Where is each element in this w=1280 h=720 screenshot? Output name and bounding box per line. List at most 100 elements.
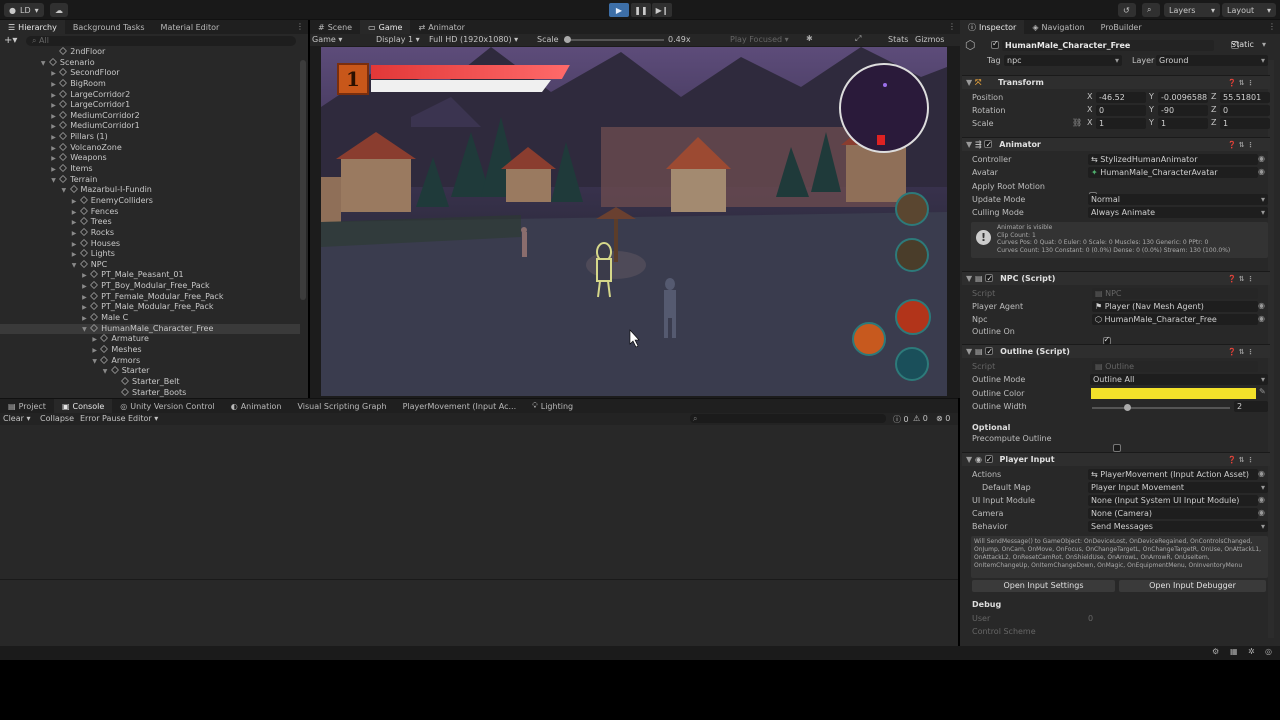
hierarchy-item[interactable]: Starter_Boots (0, 388, 300, 399)
tab-version-control[interactable]: ◎ Unity Version Control (112, 399, 222, 413)
ability-slot-2-icon[interactable] (895, 238, 929, 272)
hierarchy-item[interactable]: 2ndFloor (0, 47, 300, 58)
npc-enabled-checkbox[interactable] (985, 272, 994, 286)
hierarchy-item[interactable]: ▼ Armors (0, 356, 300, 367)
scale-slider[interactable] (564, 36, 664, 43)
search-icon[interactable]: ⌕ (1142, 3, 1160, 17)
hierarchy-search-input[interactable]: ⌕ All (26, 36, 296, 46)
eyedropper-icon[interactable]: ✎ (1259, 387, 1266, 396)
add-button[interactable]: +▾ (4, 35, 17, 46)
tab-scene[interactable]: # Scene (310, 20, 360, 34)
hierarchy-item[interactable]: ▶ Lights (0, 249, 300, 260)
update-mode-dropdown[interactable]: Normal (1088, 194, 1268, 205)
hierarchy-item[interactable]: ▶ Armature (0, 334, 300, 345)
maximize-icon[interactable]: ⤢ (855, 34, 861, 44)
hierarchy-item[interactable]: ▶ PT_Female_Modular_Free_Pack (0, 292, 300, 303)
culling-mode-dropdown[interactable]: Always Animate (1088, 207, 1268, 218)
hierarchy-item[interactable]: ▶ Trees (0, 217, 300, 228)
notification-icon[interactable]: ◎ (1265, 647, 1272, 656)
scale-x-field[interactable]: 1 (1096, 118, 1146, 129)
panel-menu-icon[interactable]: ⋮ (296, 22, 304, 31)
ui-module-field[interactable]: None (Input System UI Input Module) (1088, 495, 1258, 506)
layers-dropdown[interactable]: Layers ▾ (1164, 3, 1220, 17)
object-picker-icon[interactable]: ◉ (1258, 508, 1265, 517)
warning-count[interactable]: ⚠ 0 (913, 414, 928, 423)
player-input-enabled-checkbox[interactable] (984, 453, 993, 467)
object-picker-icon[interactable]: ◉ (1258, 301, 1265, 310)
camera-field[interactable]: None (Camera) (1088, 508, 1258, 519)
outline-mode-dropdown[interactable]: Outline All (1090, 374, 1268, 385)
hierarchy-item[interactable]: ▶ Meshes (0, 345, 300, 356)
hierarchy-item[interactable]: Starter_Belt (0, 377, 300, 388)
cache-icon[interactable]: ▦ (1230, 647, 1238, 656)
animator-enabled-checkbox[interactable] (984, 138, 993, 152)
transform-header[interactable]: ▼ ⤧ Transform ❓ ⇅ ⋮ (962, 75, 1270, 89)
fireball-icon[interactable] (852, 322, 886, 356)
game-mode-dropdown[interactable]: Game ▾ (312, 35, 342, 44)
hierarchy-item[interactable]: ▼ HumanMale_Character_Free (0, 323, 300, 335)
outline-enabled-checkbox[interactable] (985, 345, 994, 359)
npc-script-header[interactable]: ▼ ▤ NPC (Script) ❓ ⇅ ⋮ (962, 271, 1270, 286)
hierarchy-item[interactable]: ▶ MediumCorridor2 (0, 111, 300, 122)
precompute-checkbox[interactable] (1113, 444, 1122, 452)
resolution-dropdown[interactable]: Full HD (1920x1080) ▾ (429, 35, 518, 44)
static-dropdown-icon[interactable]: ▾ (1262, 40, 1266, 49)
hierarchy-item[interactable]: ▶ MediumCorridor1 (0, 121, 300, 132)
hierarchy-item[interactable]: ▶ PT_Male_Peasant_01 (0, 270, 300, 281)
tab-project[interactable]: ▤ Project (0, 399, 54, 413)
default-map-dropdown[interactable]: Player Input Movement (1088, 482, 1268, 493)
tab-game[interactable]: ▭ Game (360, 20, 411, 34)
position-x-field[interactable]: -46.52 (1096, 92, 1146, 103)
active-checkbox[interactable] (991, 39, 999, 49)
tab-probuilder[interactable]: ProBuilder (1093, 20, 1150, 34)
tab-inspector[interactable]: ⓘ Inspector (960, 20, 1025, 34)
hierarchy-item[interactable]: ▶ Items (0, 164, 300, 175)
hierarchy-item[interactable]: ▶ BigRoom (0, 79, 300, 90)
scale-z-field[interactable]: 1 (1220, 118, 1270, 129)
hierarchy-item[interactable]: ▶ EnemyColliders (0, 196, 300, 207)
player-agent-field[interactable]: ⚑ Player (Nav Mesh Agent) (1092, 301, 1258, 312)
hierarchy-item[interactable]: ▶ PT_Male_Modular_Free_Pack (0, 302, 300, 313)
game-viewport[interactable]: 1 (321, 47, 947, 396)
rotation-y-field[interactable]: -90 (1158, 105, 1208, 116)
outline-color-swatch[interactable] (1091, 388, 1256, 399)
fire-spell-icon[interactable] (895, 299, 931, 335)
hierarchy-item[interactable]: ▶ Weapons (0, 153, 300, 164)
avatar-field[interactable]: ✦ HumanMale_CharacterAvatar (1088, 167, 1258, 178)
object-picker-icon[interactable]: ◉ (1258, 154, 1265, 163)
tag-dropdown[interactable]: npc (1004, 55, 1122, 66)
open-input-settings-button[interactable]: Open Input Settings (972, 580, 1115, 592)
stats-button[interactable]: Stats (888, 35, 908, 44)
collapse-button[interactable]: Collapse (40, 414, 74, 423)
hierarchy-item[interactable]: ▼ Mazarbul-I-Fundin (0, 185, 300, 196)
object-picker-icon[interactable]: ◉ (1258, 469, 1265, 478)
hierarchy-item[interactable]: ▼ Terrain (0, 175, 300, 186)
ability-slot-1-icon[interactable] (895, 192, 929, 226)
tab-animation[interactable]: ◐ Animation (223, 399, 290, 413)
link-icon[interactable]: ⛓ (1072, 118, 1082, 127)
tab-background-tasks[interactable]: Background Tasks (65, 20, 153, 34)
error-pause-button[interactable]: Error Pause (80, 414, 126, 423)
animator-header[interactable]: ▼ ⇶ Animator ❓ ⇅ ⋮ (962, 137, 1270, 152)
player-input-header[interactable]: ▼ ◉ Player Input ❓ ⇅ ⋮ (962, 452, 1270, 467)
hierarchy-item[interactable]: ▶ LargeCorridor2 (0, 90, 300, 101)
clear-button[interactable]: Clear ▾ (3, 414, 30, 423)
hierarchy-item[interactable]: ▶ Rocks (0, 228, 300, 239)
object-name-field[interactable]: HumanMale_Character_Free (1002, 40, 1214, 51)
arrow-skill-icon[interactable] (895, 347, 929, 381)
cloud-icon[interactable]: ☁ (50, 3, 68, 17)
tab-visual-scripting[interactable]: Visual Scripting Graph (289, 399, 394, 413)
hierarchy-item[interactable]: ▶ Pillars (1) (0, 132, 300, 143)
tab-hierarchy[interactable]: ☰ Hierarchy (0, 20, 65, 34)
hierarchy-scrollbar[interactable] (300, 60, 306, 300)
collab-icon[interactable]: ✲ (1248, 647, 1255, 656)
behavior-dropdown[interactable]: Send Messages (1088, 521, 1268, 532)
layout-dropdown[interactable]: Layout ▾ (1222, 3, 1276, 17)
hierarchy-item[interactable]: ▼ Scenario (0, 58, 300, 69)
open-input-debugger-button[interactable]: Open Input Debugger (1119, 580, 1266, 592)
rotation-z-field[interactable]: 0 (1220, 105, 1270, 116)
hierarchy-item[interactable]: ▶ VolcanoZone (0, 143, 300, 154)
mute-icon[interactable]: ✱ (806, 34, 813, 43)
hierarchy-item[interactable]: ▶ PT_Boy_Modular_Free_Pack (0, 281, 300, 292)
object-picker-icon[interactable]: ◉ (1258, 495, 1265, 504)
